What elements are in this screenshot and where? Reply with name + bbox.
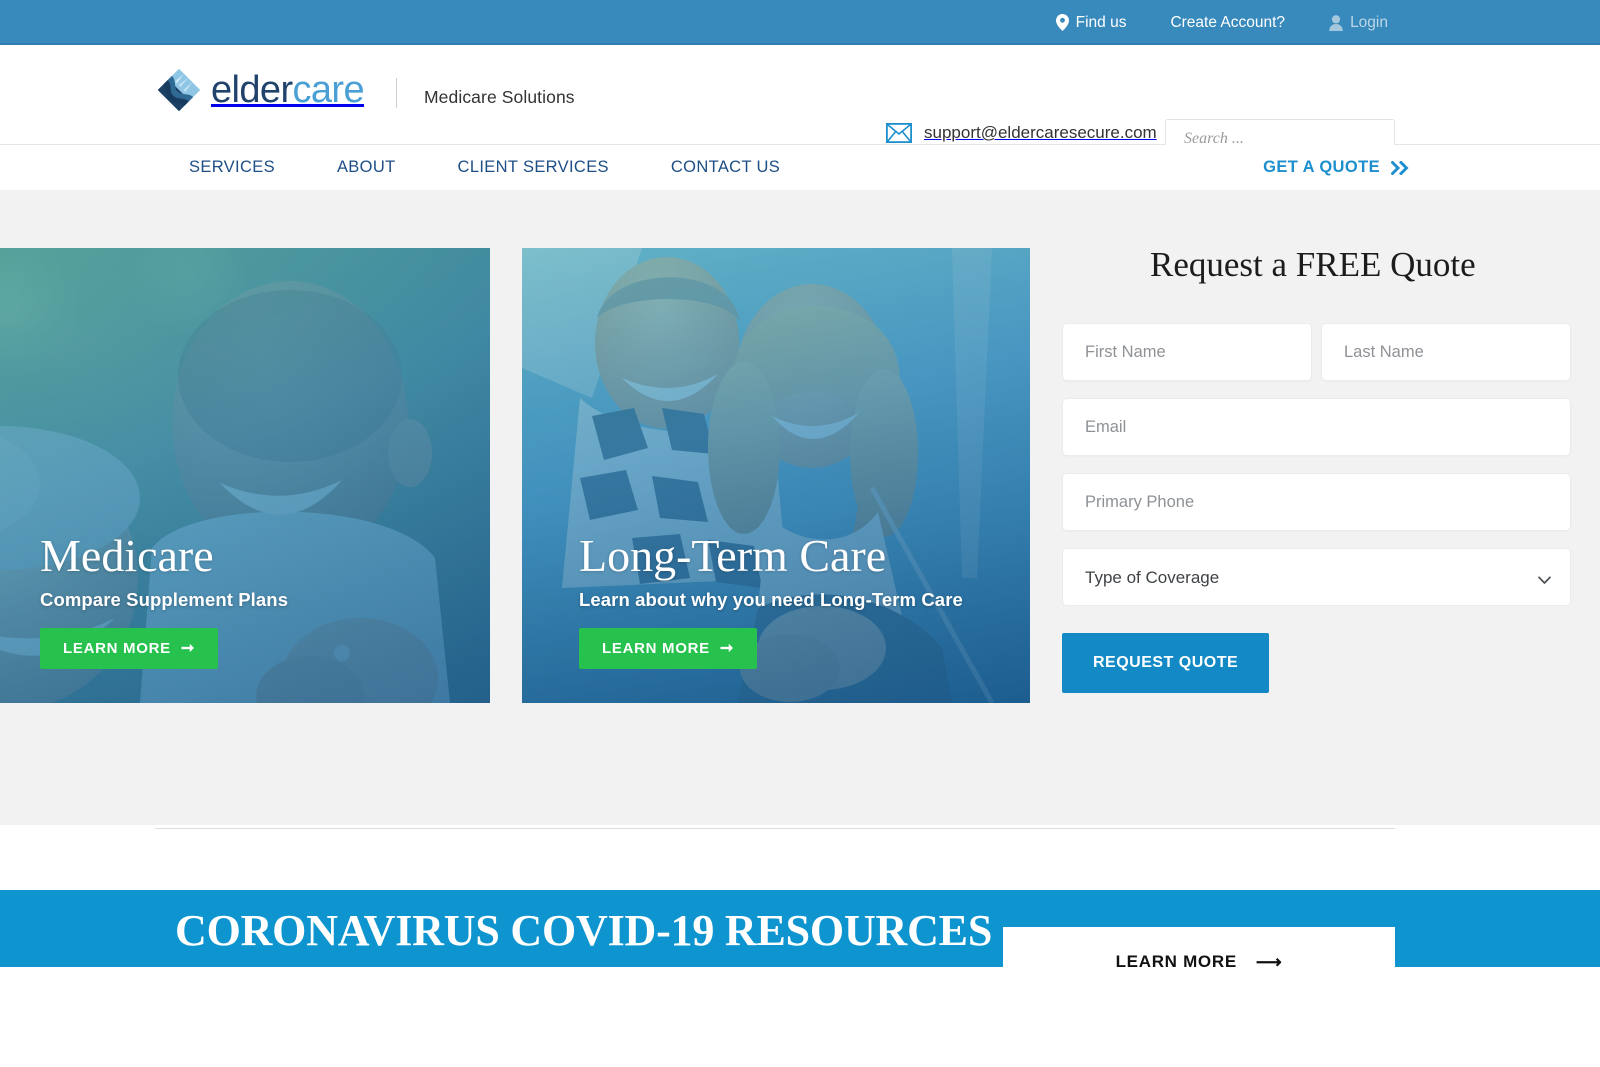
- medicare-card-title: Medicare: [40, 529, 214, 581]
- long-term-care-card-content: Long-Term Care Learn about why you need …: [522, 529, 1030, 703]
- top-utility-links: Find us Create Account? Login: [1034, 0, 1410, 45]
- find-us-link[interactable]: Find us: [1034, 14, 1149, 32]
- covid-learn-more-button[interactable]: LEARN MORE ⟶: [1003, 927, 1395, 1019]
- envelope-icon: [885, 122, 913, 144]
- top-utility-bar: Find us Create Account? Login: [0, 0, 1600, 45]
- request-quote-button[interactable]: REQUEST QUOTE: [1062, 633, 1270, 693]
- medicare-card-content: Medicare Compare Supplement Plans LEARN …: [0, 529, 490, 703]
- quote-form-heading: Request a FREE Quote: [1150, 245, 1476, 284]
- site-logo[interactable]: eldercare: [157, 68, 365, 112]
- quote-name-row: [1062, 323, 1600, 381]
- covid-learn-more-label: LEARN MORE: [1115, 952, 1237, 971]
- section-divider: [155, 828, 1395, 829]
- site-header: eldercare Medicare Solutions support@eld…: [0, 45, 1600, 158]
- page-root: Find us Create Account? Login eldercare …: [0, 0, 1600, 1067]
- long-term-care-learn-more-label: LEARN MORE: [602, 640, 710, 657]
- medicare-card-subtitle: Compare Supplement Plans: [40, 589, 289, 610]
- arrow-right-icon: ➞: [180, 639, 195, 657]
- logo-wordmark-elder: elder: [211, 69, 293, 111]
- medicare-learn-more-button[interactable]: LEARN MORE ➞: [40, 628, 218, 669]
- long-term-care-learn-more-button[interactable]: LEARN MORE ➞: [579, 628, 757, 669]
- type-of-coverage-select[interactable]: Type of Coverage: [1062, 548, 1571, 606]
- create-account-link[interactable]: Create Account?: [1148, 14, 1307, 32]
- eldercare-diamond-logo-icon: [157, 68, 201, 112]
- find-us-label: Find us: [1075, 13, 1127, 31]
- create-account-label: Create Account?: [1170, 13, 1286, 31]
- nav-item-contact-us[interactable]: CONTACT US: [640, 158, 811, 177]
- long-term-care-card-subtitle: Learn about why you need Long-Term Care: [579, 589, 963, 610]
- nav-item-client-services[interactable]: CLIENT SERVICES: [427, 158, 640, 177]
- arrow-right-icon: ➞: [719, 639, 734, 657]
- first-name-input[interactable]: [1062, 323, 1312, 381]
- arrow-right-icon: ⟶: [1255, 952, 1283, 972]
- login-link[interactable]: Login: [1307, 14, 1410, 32]
- last-name-input[interactable]: [1321, 323, 1571, 381]
- request-quote-form: Request a FREE Quote Type of Coverage RE…: [1062, 245, 1600, 693]
- user-icon: [1329, 14, 1343, 31]
- email-input[interactable]: [1062, 398, 1571, 456]
- location-pin-icon: [1055, 14, 1069, 31]
- hero-section: Medicare Compare Supplement Plans LEARN …: [0, 190, 1600, 825]
- support-email-text: support@eldercaresecure.com: [924, 123, 1157, 142]
- primary-phone-input[interactable]: [1062, 473, 1571, 531]
- login-label: Login: [1350, 13, 1388, 31]
- covid-banner-title: CORONAVIRUS COVID-19 RESOURCES: [175, 906, 993, 955]
- long-term-care-card-title: Long-Term Care: [579, 529, 887, 581]
- hero-card-long-term-care[interactable]: Long-Term Care Learn about why you need …: [522, 248, 1030, 703]
- header-tagline: Medicare Solutions: [424, 87, 575, 107]
- covid-learn-more-label-wrap: LEARN MORE ⟶: [1116, 952, 1283, 972]
- double-chevron-right-icon: [1390, 159, 1410, 176]
- support-email-link[interactable]: support@eldercaresecure.com: [885, 122, 1157, 144]
- medicare-learn-more-label: LEARN MORE: [63, 640, 171, 657]
- hero-card-medicare[interactable]: Medicare Compare Supplement Plans LEARN …: [0, 248, 490, 703]
- get-a-quote-link[interactable]: GET A QUOTE: [1263, 145, 1410, 190]
- header-divider: [396, 78, 397, 108]
- coverage-select-wrapper: Type of Coverage: [1062, 548, 1571, 606]
- main-navigation: SERVICES ABOUT CLIENT SERVICES CONTACT U…: [0, 145, 1600, 190]
- logo-wordmark-care: care: [292, 69, 365, 111]
- logo-wordmark: eldercare: [211, 69, 365, 111]
- nav-item-about[interactable]: ABOUT: [306, 158, 427, 177]
- get-a-quote-label: GET A QUOTE: [1263, 158, 1380, 176]
- nav-link-list: SERVICES ABOUT CLIENT SERVICES CONTACT U…: [158, 145, 811, 190]
- nav-item-services[interactable]: SERVICES: [158, 158, 306, 177]
